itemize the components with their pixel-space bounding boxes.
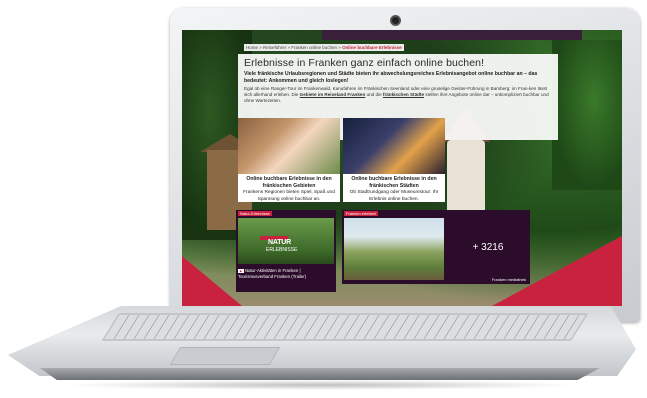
card-regions[interactable]: Online buchbare Erlebnisse in den fränki…: [238, 118, 340, 202]
photo-count: + 3216: [472, 241, 504, 253]
hero-subtitle: Viele fränkische Urlaubsregionen und Stä…: [244, 71, 538, 84]
laptop-front-edge: [40, 368, 600, 380]
video-caption-text: Natur-Aktivitäten in Franken | Tourismus…: [238, 268, 307, 279]
card-text: Online buchbare Erlebnisse in den fränki…: [238, 176, 340, 203]
touchpad: [169, 347, 281, 365]
tree-decoration: [552, 40, 622, 190]
card-title: Online buchbare Erlebnisse in den fränki…: [351, 176, 437, 190]
laptop-shadow: [60, 380, 580, 390]
tile-tag: Franken erleben!: [344, 211, 379, 216]
tower: [447, 140, 485, 210]
link-regions[interactable]: Gebiete im Reiseland Franken: [300, 92, 366, 97]
breadcrumb-current: Online buchbare Erlebnisse: [342, 45, 402, 50]
video-thumbnail[interactable]: NATUR ERLEBNISSE: [238, 218, 334, 264]
webcam-icon: [392, 17, 399, 24]
hero-body: Egal ob eine Ranger-Tour im Frankenwald,…: [244, 86, 550, 105]
logo-text: NATUR: [268, 239, 291, 246]
card-image: [343, 118, 445, 174]
page-title: Erlebnisse in Franken ganz einfach onlin…: [244, 57, 485, 69]
card-cities[interactable]: Online buchbare Erlebnisse in den fränki…: [343, 118, 445, 202]
breadcrumb[interactable]: Home » Reiseführer » Franken online buch…: [244, 44, 404, 51]
logo-bottom: ERLEBNISSE: [266, 247, 298, 253]
card-description: Ob Stadtrundgang oder Museumstour: Ihr E…: [349, 190, 439, 202]
laptop: Home » Reiseführer » Franken online buch…: [0, 0, 647, 398]
card-image: [238, 118, 340, 174]
video-tile[interactable]: Natur-Erlebnisse NATUR ERLEBNISSE ▶ Natur…: [236, 210, 336, 292]
card-title: Online buchbare Erlebnisse in den fränki…: [246, 176, 332, 190]
photo-thumbnail[interactable]: [344, 218, 444, 280]
photo-count-panel[interactable]: + 3216 Franken mediathek: [446, 210, 530, 284]
mediathek-brand: Franken mediathek: [491, 277, 526, 282]
mediathek-tile[interactable]: Franken erleben! + 3216 Franken mediathe…: [342, 210, 530, 284]
card-text: Online buchbare Erlebnisse in den fränki…: [343, 176, 445, 203]
hero-body-text: und die: [365, 92, 383, 98]
card-description: Frankens Regionen bieten Spiel, Spaß und…: [243, 190, 335, 202]
play-icon: ▶: [238, 268, 244, 273]
keyboard-keys: [104, 315, 586, 339]
tile-tag: Natur-Erlebnisse: [238, 211, 272, 216]
link-cities[interactable]: fränkischen Städte: [383, 92, 424, 97]
logo-top: NATUR: [268, 239, 291, 246]
natur-erlebnisse-logo: NATUR ERLEBNISSE: [259, 236, 312, 253]
browser-screen: Home » Reiseführer » Franken online buch…: [182, 30, 622, 306]
header-strip: [322, 30, 582, 40]
accent-corner: [182, 256, 242, 306]
breadcrumb-path[interactable]: Home » Reiseführer » Franken online buch…: [246, 45, 342, 50]
video-caption[interactable]: ▶ Natur-Aktivitäten in Franken | Tourismu…: [238, 268, 334, 279]
